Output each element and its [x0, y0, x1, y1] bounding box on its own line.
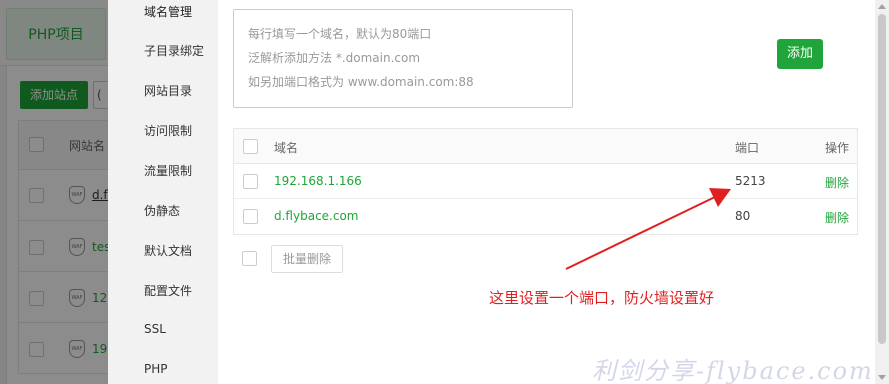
watermark: 利剑分享-flybace.com: [592, 357, 874, 384]
scroll-thumb[interactable]: [878, 14, 886, 344]
vertical-scrollbar[interactable]: [875, 0, 889, 384]
annotation-arrow-icon: [565, 188, 731, 270]
scroll-up-icon[interactable]: [878, 4, 886, 9]
annotation-text: 这里设置一个端口，防火墙设置好: [489, 289, 715, 307]
scroll-down-icon[interactable]: [878, 375, 886, 380]
